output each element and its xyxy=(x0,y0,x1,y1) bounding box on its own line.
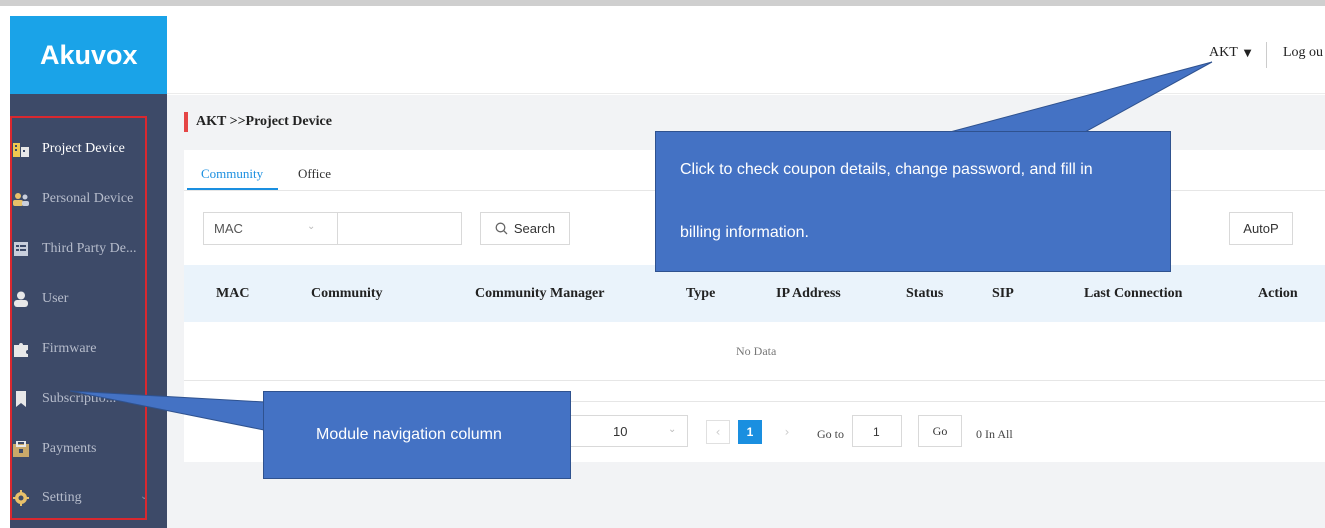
callout-pointer-left xyxy=(69,390,265,431)
annotation-line-1: Click to check coupon details, change pa… xyxy=(680,161,1093,178)
annotation-callout-left: Module navigation column xyxy=(263,391,571,479)
annotation-line-2: billing information. xyxy=(680,224,809,241)
annotation-callout-top: Click to check coupon details, change pa… xyxy=(655,131,1171,272)
callout-pointer-top xyxy=(949,61,1213,133)
